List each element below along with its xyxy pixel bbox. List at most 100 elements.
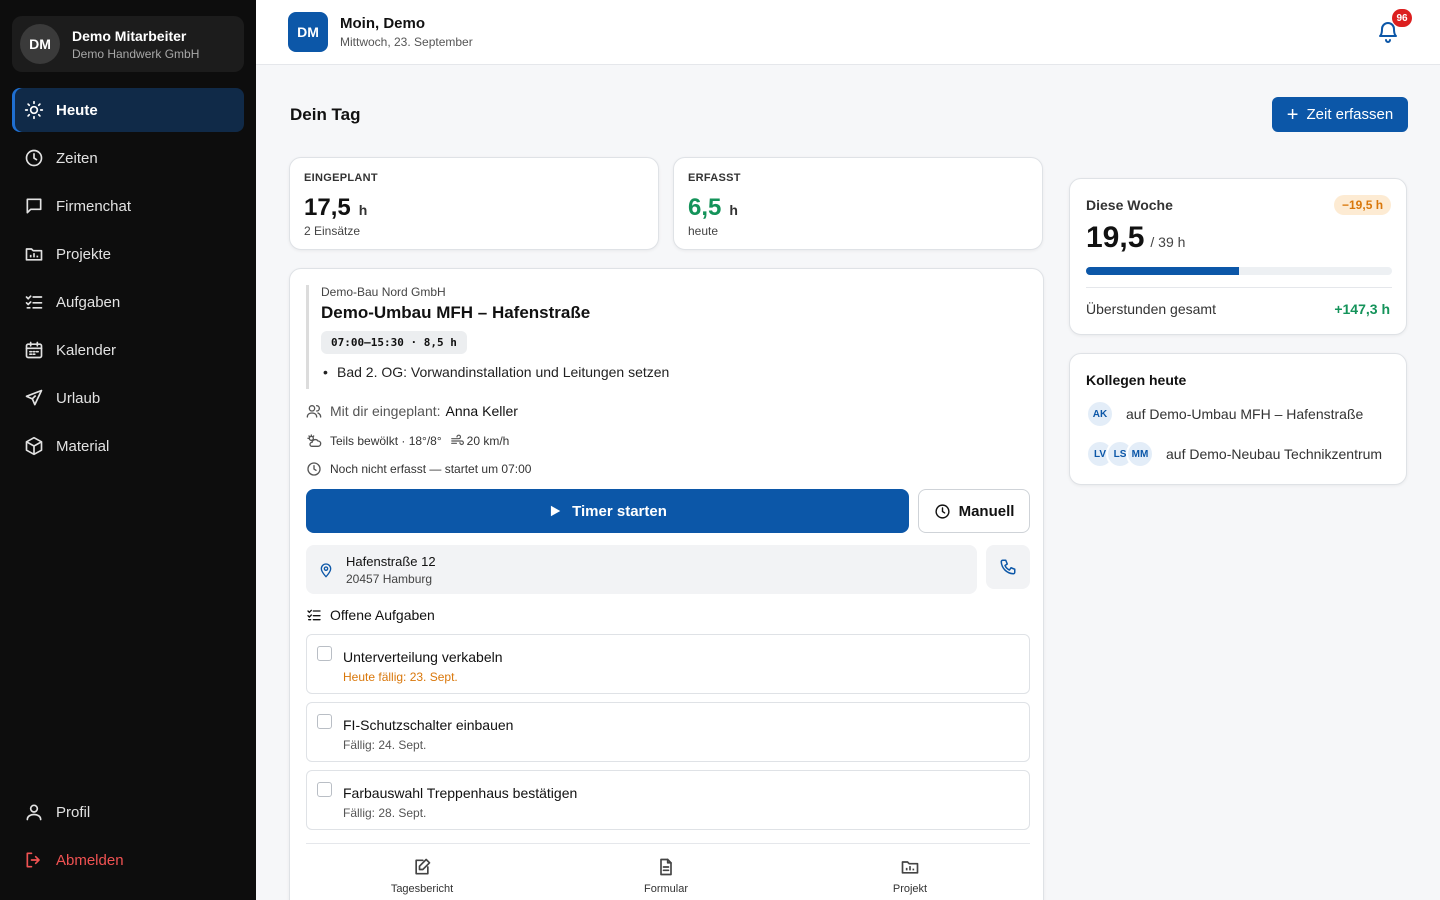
form-button[interactable]: Formular xyxy=(606,857,726,895)
colleague-row[interactable]: AK auf Demo-Umbau MFH – Hafenstraße xyxy=(1086,400,1392,428)
sidebar-item-label: Zeiten xyxy=(56,149,98,167)
project-button[interactable]: Projekt xyxy=(850,857,970,895)
avatar-stack: LV LS MM xyxy=(1086,440,1154,468)
weather-row: Teils bewölkt · 18°/8° 20 km/h xyxy=(306,433,509,449)
top-bar: DM Moin, Demo Mittwoch, 23. September 96 xyxy=(256,0,1440,65)
task-checkbox[interactable] xyxy=(317,782,332,797)
clock-icon xyxy=(307,462,321,476)
colleagues-title: Kollegen heute xyxy=(1086,372,1187,388)
overtime-value: +147,3 h xyxy=(1334,301,1390,317)
sidebar-item-projekte[interactable]: Projekte xyxy=(12,232,244,276)
sidebar-item-label: Profil xyxy=(56,803,91,821)
task-due: Heute fällig: 23. Sept. xyxy=(343,670,458,684)
planned-unit: h xyxy=(358,202,368,218)
status-row: Noch nicht erfasst — startet um 07:00 xyxy=(306,461,531,477)
task-checkbox[interactable] xyxy=(317,646,332,661)
divider xyxy=(1086,287,1392,288)
folder-icon xyxy=(25,248,43,261)
planned-with-row: Mit dir eingeplant: Anna Keller xyxy=(306,403,518,419)
colleagues-card: Kollegen heute AK auf Demo-Umbau MFH – H… xyxy=(1069,353,1407,485)
open-tasks-title: Offene Aufgaben xyxy=(330,607,435,623)
weather-text: Teils bewölkt · 18°/8° xyxy=(330,434,442,448)
address-street: Hafenstraße 12 xyxy=(346,553,436,569)
address-box[interactable]: Hafenstraße 12 20457 Hamburg xyxy=(306,545,977,594)
start-timer-label: Timer starten xyxy=(572,502,667,520)
sidebar-item-firmenchat[interactable]: Firmenchat xyxy=(12,184,244,228)
sidebar-item-label: Kalender xyxy=(56,341,117,359)
cloud-sun-icon xyxy=(307,434,322,447)
customer-name: Demo-Bau Nord GmbH xyxy=(321,285,446,299)
week-hours: 19,5 xyxy=(1086,221,1145,254)
list-item: Farbauswahl Treppenhaus bestätigen Fälli… xyxy=(306,770,1030,830)
sidebar-item-label: Aufgaben xyxy=(56,293,121,311)
sidebar-item-zeiten[interactable]: Zeiten xyxy=(12,136,244,180)
sidebar-item-label: Firmenchat xyxy=(56,197,132,215)
logout-button[interactable]: Abmelden xyxy=(12,838,244,882)
sidebar-item-aufgaben[interactable]: Aufgaben xyxy=(12,280,244,324)
list-item: Unterverteilung verkabeln Heute fällig: … xyxy=(306,634,1030,694)
sidebar-item-label: Urlaub xyxy=(56,389,101,407)
plus-icon: + xyxy=(1286,103,1299,126)
week-progress-bar xyxy=(1086,267,1392,275)
planned-label: EINGEPLANT xyxy=(304,172,378,184)
week-delta-badge: −19,5 h xyxy=(1334,195,1392,215)
sidebar-item-profil[interactable]: Profil xyxy=(12,790,244,834)
sidebar-item-heute[interactable]: Heute xyxy=(12,88,244,132)
add-time-button[interactable]: + Zeit erfassen xyxy=(1272,97,1408,132)
user-card[interactable]: DM Demo Mitarbeiter Demo Handwerk GmbH xyxy=(12,16,244,72)
sidebar-item-kalender[interactable]: Kalender xyxy=(12,328,244,372)
wind-text: 20 km/h xyxy=(466,434,510,448)
task-name: Unterverteilung verkabeln xyxy=(343,649,503,665)
overtime-label: Überstunden gesamt xyxy=(1086,301,1216,317)
clock-icon xyxy=(25,149,43,167)
manual-entry-button[interactable]: Manuell xyxy=(918,489,1030,533)
avatar-stack: AK xyxy=(1086,400,1114,428)
colleague-project: auf Demo-Neubau Technikzentrum xyxy=(1166,446,1383,462)
sidebar-item-material[interactable]: Material xyxy=(12,424,244,468)
sidebar-item-urlaub[interactable]: Urlaub xyxy=(12,376,244,420)
folder-icon xyxy=(901,861,919,874)
call-button[interactable] xyxy=(986,545,1030,589)
recorded-unit: h xyxy=(729,202,738,218)
colleague-project: auf Demo-Umbau MFH – Hafenstraße xyxy=(1126,406,1364,422)
task-checkbox[interactable] xyxy=(317,714,332,729)
colleague-row[interactable]: LV LS MM auf Demo-Neubau Technikzentrum xyxy=(1086,440,1392,468)
phone-icon xyxy=(1000,559,1016,575)
user-icon xyxy=(26,804,42,821)
address-city: 20457 Hamburg xyxy=(346,571,433,586)
daily-report-button[interactable]: Tagesbericht xyxy=(362,857,482,895)
open-tasks-heading: Offene Aufgaben xyxy=(306,607,435,623)
recorded-number: 6,5 xyxy=(688,194,722,221)
task-name: FI-Schutzschalter einbauen xyxy=(343,717,514,733)
sidebar: DM Demo Mitarbeiter Demo Handwerk GmbH H… xyxy=(0,0,256,900)
planned-with-label: Mit dir eingeplant: xyxy=(330,403,441,419)
calendar-icon xyxy=(25,341,43,359)
project-title[interactable]: Demo-Umbau MFH – Hafenstraße xyxy=(321,303,1026,323)
manual-entry-label: Manuell xyxy=(958,502,1015,520)
form-label: Formular xyxy=(643,883,688,895)
project-label: Projekt xyxy=(892,883,928,895)
play-icon xyxy=(551,505,561,517)
sun-icon xyxy=(24,100,44,120)
recorded-value: 6,5 h xyxy=(688,194,738,222)
chat-icon xyxy=(26,198,42,214)
task-name: Farbauswahl Treppenhaus bestätigen xyxy=(343,785,578,801)
header-avatar[interactable]: DM xyxy=(288,12,328,52)
logout-icon xyxy=(26,852,40,868)
sidebar-nav: Heute Zeiten Firmenchat Projekte Aufgabe… xyxy=(12,88,244,472)
week-value: 19,5 / 39 h xyxy=(1086,221,1185,255)
planned-with-name: Anna Keller xyxy=(445,403,518,419)
sidebar-item-label: Abmelden xyxy=(56,851,124,869)
start-timer-button[interactable]: Timer starten xyxy=(306,489,909,533)
sidebar-item-label: Heute xyxy=(56,101,98,119)
time-chip: 07:00–15:30 · 8,5 h xyxy=(321,331,467,354)
add-time-label: Zeit erfassen xyxy=(1306,106,1394,123)
map-pin-icon xyxy=(320,562,332,578)
recorded-label: ERFASST xyxy=(688,172,741,184)
task-due: Fällig: 24. Sept. xyxy=(343,738,427,752)
week-card: Diese Woche −19,5 h 19,5 / 39 h Überstund… xyxy=(1069,178,1407,335)
planned-sub: 2 Einsätze xyxy=(304,224,361,238)
sidebar-bottom: Profil Abmelden xyxy=(12,790,244,886)
week-target: / 39 h xyxy=(1150,234,1186,250)
recorded-sub: heute xyxy=(688,224,719,238)
